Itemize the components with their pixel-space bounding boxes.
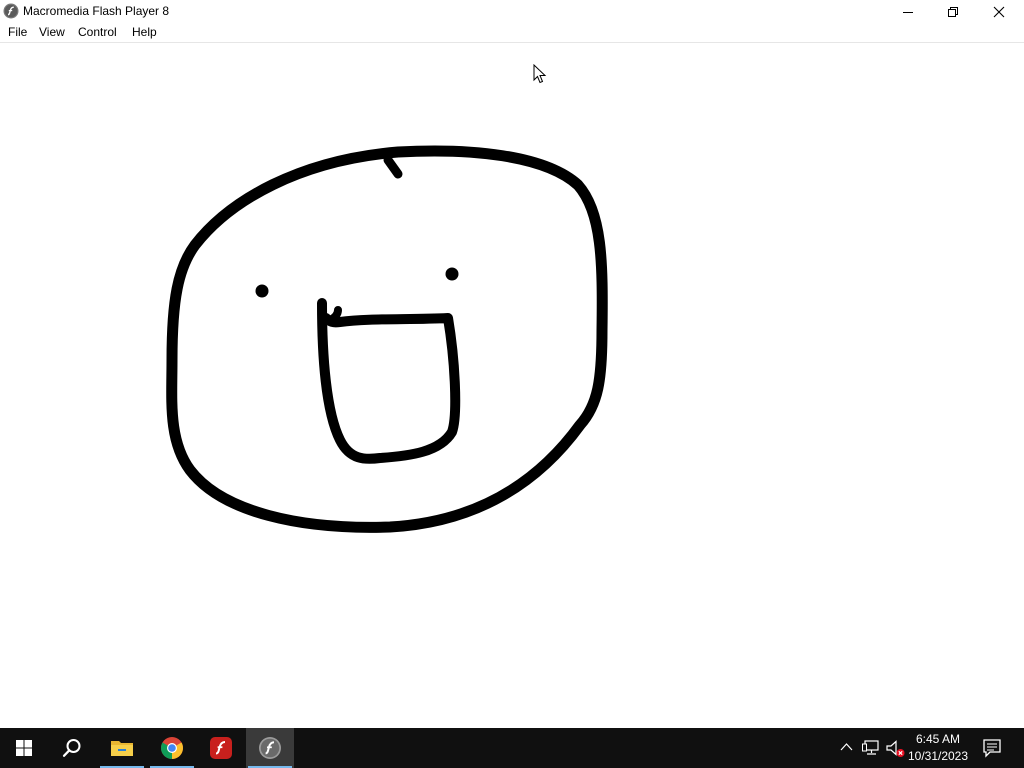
start-button[interactable] — [0, 728, 48, 768]
close-icon — [993, 6, 1005, 17]
right-eye — [445, 267, 459, 281]
search-button[interactable] — [48, 728, 96, 768]
restore-icon — [948, 6, 958, 17]
flash-player-icon — [259, 737, 281, 759]
mouse-cursor-icon — [533, 64, 547, 84]
restore-button[interactable] — [930, 0, 976, 23]
menu-view[interactable]: View — [39, 25, 65, 39]
network-icon[interactable] — [862, 740, 880, 756]
flash-stage[interactable] — [0, 43, 1024, 728]
flash-player-icon — [3, 3, 19, 19]
title-bar: Macromedia Flash Player 8 — [0, 0, 1024, 23]
taskbar-adobe-flash[interactable] — [197, 728, 245, 768]
menu-help[interactable]: Help — [132, 25, 157, 39]
system-clock[interactable]: 6:45 AM 10/31/2023 — [900, 731, 976, 765]
search-icon — [62, 739, 81, 757]
taskbar-flash-player[interactable] — [246, 728, 294, 768]
face-tick — [383, 155, 403, 179]
minimize-button[interactable] — [885, 0, 931, 23]
close-button[interactable] — [976, 0, 1022, 23]
hand-drawn-face — [166, 145, 608, 533]
menu-file[interactable]: File — [8, 25, 27, 39]
mouth — [317, 298, 461, 464]
window-title: Macromedia Flash Player 8 — [23, 4, 170, 18]
taskbar: 6:45 AM 10/31/2023 — [0, 728, 1024, 768]
taskbar-chrome[interactable] — [148, 728, 196, 768]
file-explorer-icon — [111, 741, 133, 756]
chevron-up-icon[interactable] — [840, 742, 853, 752]
taskbar-file-explorer[interactable] — [98, 728, 146, 768]
clock-time: 6:45 AM — [915, 732, 961, 746]
minimize-icon — [903, 11, 913, 13]
windows-start-icon — [16, 740, 32, 756]
adobe-flash-icon — [210, 737, 232, 759]
menu-control[interactable]: Control — [78, 25, 117, 39]
action-center-icon[interactable] — [982, 738, 1002, 758]
clock-date: 10/31/2023 — [907, 749, 969, 763]
chrome-icon — [161, 737, 183, 759]
left-eye — [255, 284, 269, 298]
face-outline — [166, 145, 608, 533]
menu-bar: File View Control Help — [0, 23, 1024, 43]
